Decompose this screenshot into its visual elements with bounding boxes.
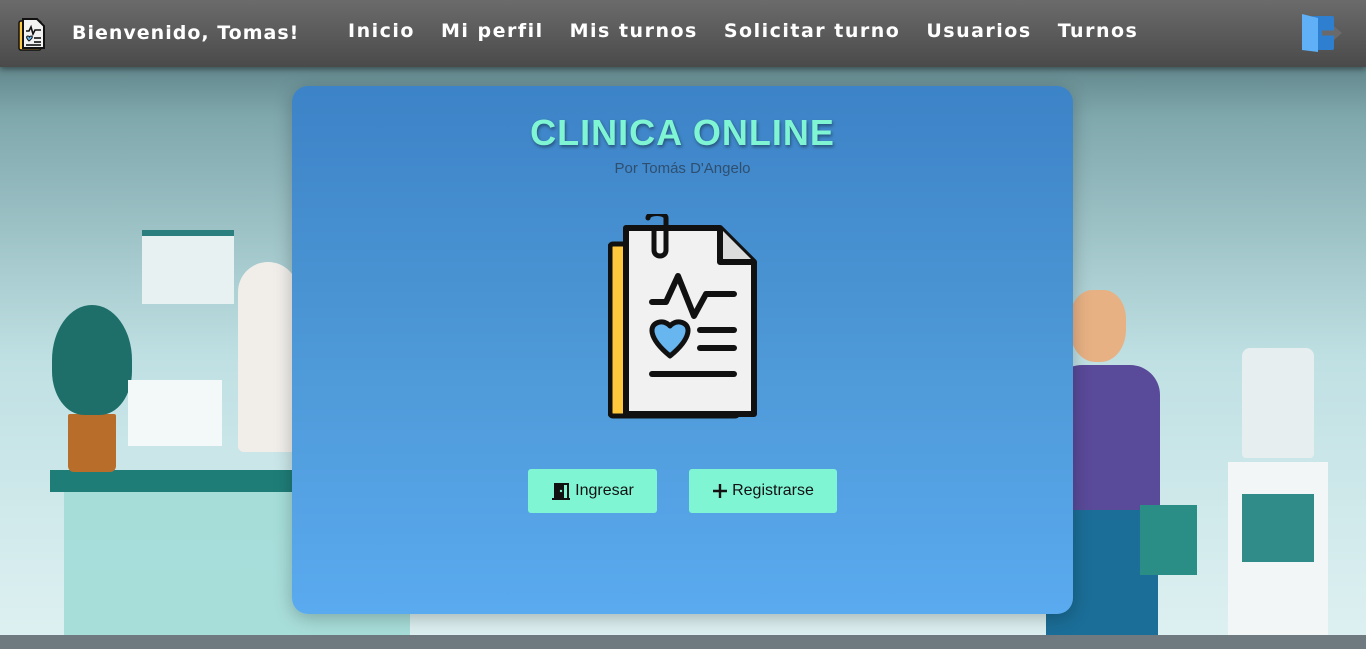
main-nav: Inicio Mi perfil Mis turnos Solicitar tu… xyxy=(348,20,1138,42)
dispenser-panel xyxy=(1242,494,1314,562)
medical-report-icon xyxy=(608,214,757,419)
water-bottle xyxy=(1242,348,1314,458)
floor xyxy=(0,635,1366,649)
nav-turnos[interactable]: Turnos xyxy=(1058,20,1139,42)
nav-usuarios[interactable]: Usuarios xyxy=(926,20,1031,42)
wall-calendar xyxy=(142,230,234,304)
nav-mis-turnos[interactable]: Mis turnos xyxy=(570,20,698,42)
nav-inicio[interactable]: Inicio xyxy=(348,20,415,42)
door-enter-icon xyxy=(552,483,571,500)
patient-head xyxy=(1070,290,1126,362)
welcome-message: Bienvenido, Tomas! xyxy=(72,22,300,44)
medical-report-icon[interactable] xyxy=(18,16,46,52)
register-label: Registrarse xyxy=(732,482,814,499)
plant-pot xyxy=(68,414,116,472)
top-navbar: Bienvenido, Tomas! Inicio Mi perfil Mis … xyxy=(0,0,1366,67)
welcome-card: CLINICA ONLINE Por Tomás D'Angelo Ingres… xyxy=(292,86,1073,614)
login-label: Ingresar xyxy=(575,482,634,499)
login-button[interactable]: Ingresar xyxy=(528,469,657,513)
nav-solicitar-turno[interactable]: Solicitar turno xyxy=(724,20,901,42)
app-title: CLINICA ONLINE xyxy=(530,112,835,153)
waiting-bench xyxy=(1140,505,1197,575)
app-subtitle: Por Tomás D'Angelo xyxy=(614,160,751,177)
monitor xyxy=(128,380,222,446)
register-button[interactable]: Registrarse xyxy=(689,469,837,513)
receptionist xyxy=(238,262,298,452)
logout-door-icon[interactable] xyxy=(1300,12,1344,54)
plant-leaves xyxy=(52,305,132,415)
plus-icon xyxy=(713,484,728,498)
nav-mi-perfil[interactable]: Mi perfil xyxy=(441,20,544,42)
